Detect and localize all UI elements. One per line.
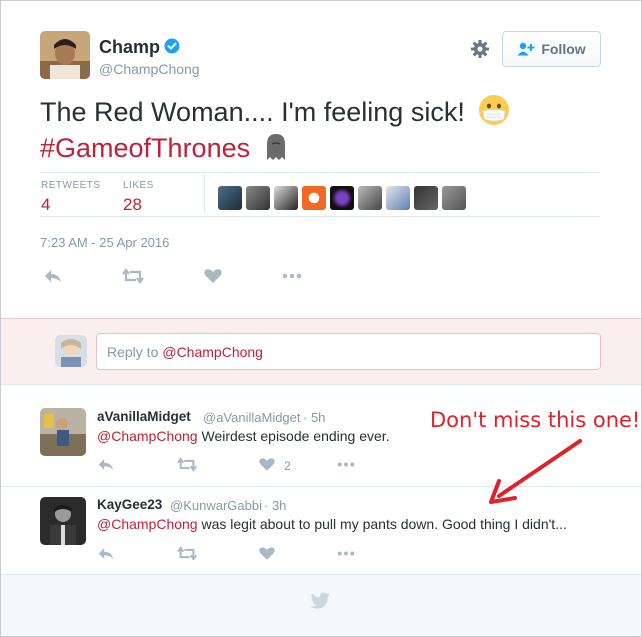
- follow-button[interactable]: Follow: [502, 31, 601, 67]
- liker-avatar[interactable]: [302, 186, 326, 210]
- like-icon[interactable]: [258, 546, 276, 561]
- more-icon[interactable]: [282, 268, 302, 284]
- face-with-medical-mask-emoji: [479, 95, 510, 125]
- retweet-icon[interactable]: [177, 546, 197, 561]
- tweet-body: The Red Woman.... I'm feeling sick!: [40, 97, 465, 127]
- reply-time[interactable]: · 5h: [303, 410, 325, 425]
- reply-like-count: 2: [284, 459, 291, 473]
- liker-avatar[interactable]: [218, 186, 242, 210]
- reply-body: was legit about to pull my pants down. G…: [201, 516, 567, 532]
- follow-label: Follow: [541, 41, 586, 57]
- liker-avatar[interactable]: [386, 186, 410, 210]
- more-icon[interactable]: [337, 546, 355, 561]
- reply-text: @ChampChong was legit about to pull my p…: [97, 516, 567, 532]
- reply-icon[interactable]: [43, 268, 63, 284]
- retweets-count[interactable]: 4: [41, 195, 50, 215]
- reply-author-name[interactable]: aVanillaMidget: [97, 409, 191, 424]
- likes-count[interactable]: 28: [123, 195, 142, 215]
- reply-time[interactable]: · 3h: [264, 498, 286, 513]
- more-icon[interactable]: [337, 457, 355, 472]
- liker-avatar[interactable]: [330, 186, 354, 210]
- ghost-emoji: [266, 134, 285, 160]
- reply-placeholder: Reply to: [107, 343, 159, 360]
- author-name[interactable]: Champ: [99, 37, 160, 58]
- gear-icon[interactable]: [470, 39, 490, 59]
- current-user-avatar: [55, 335, 87, 367]
- stats-separator: [204, 174, 205, 214]
- like-icon[interactable]: [258, 457, 276, 472]
- reply-author-handle[interactable]: @KunwarGabbi: [170, 498, 262, 513]
- annotation-arrow-icon: [489, 439, 582, 504]
- reply-mention[interactable]: @ChampChong: [97, 428, 198, 444]
- hashtag-link[interactable]: #GameofThrones: [40, 133, 250, 163]
- liker-avatar[interactable]: [246, 186, 270, 210]
- reply-avatar[interactable]: [40, 497, 86, 545]
- retweets-label: RETWEETS: [41, 180, 101, 191]
- reply-author-name[interactable]: KayGee23: [97, 497, 162, 512]
- likes-label: LIKES: [123, 180, 154, 191]
- liker-avatar[interactable]: [358, 186, 382, 210]
- tweet-text: The Red Woman.... I'm feeling sick! #Gam…: [40, 94, 510, 166]
- retweet-icon[interactable]: [122, 268, 144, 284]
- tweet-timestamp[interactable]: 7:23 AM - 25 Apr 2016: [40, 235, 169, 250]
- verified-badge-icon: [164, 38, 180, 54]
- retweet-icon[interactable]: [177, 457, 197, 472]
- reply-placeholder-mention: @ChampChong: [162, 343, 263, 360]
- reply-body: Weirdest episode ending ever.: [201, 428, 390, 444]
- stats-bottom-divider: [40, 216, 600, 217]
- reply-icon[interactable]: [97, 546, 115, 561]
- liker-avatar[interactable]: [414, 186, 438, 210]
- author-handle[interactable]: @ChampChong: [99, 61, 200, 77]
- reply-input[interactable]: Reply to @ChampChong: [96, 333, 601, 370]
- like-icon[interactable]: [203, 268, 223, 284]
- liker-avatar[interactable]: [274, 186, 298, 210]
- add-user-icon: [517, 42, 535, 56]
- reply-avatar[interactable]: [40, 408, 86, 456]
- reply-author-handle[interactable]: @aVanillaMidget: [203, 410, 301, 425]
- author-avatar[interactable]: [40, 31, 90, 79]
- twitter-bird-icon[interactable]: [309, 592, 331, 610]
- reply-text: @ChampChong Weirdest episode ending ever…: [97, 428, 390, 444]
- annotation-note: Don't miss this one!: [430, 408, 641, 432]
- reply-mention[interactable]: @ChampChong: [97, 516, 198, 532]
- liker-avatar[interactable]: [442, 186, 466, 210]
- stats-top-divider: [40, 172, 600, 173]
- reply-icon[interactable]: [97, 457, 115, 472]
- likers-avatars: [218, 186, 466, 210]
